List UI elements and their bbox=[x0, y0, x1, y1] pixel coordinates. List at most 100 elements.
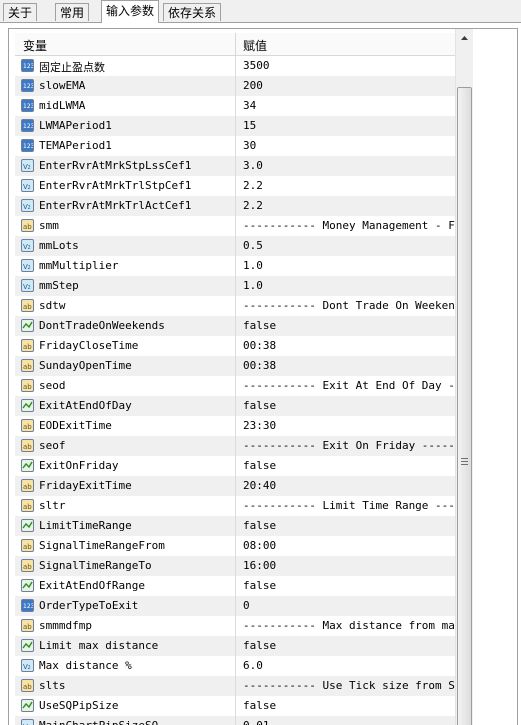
scroll-thumb[interactable] bbox=[457, 87, 472, 725]
integer-type-icon: 123 bbox=[21, 79, 34, 92]
parameter-value[interactable]: false bbox=[243, 639, 461, 652]
parameter-name: EnterRvrAtMrkStpLssCef1 bbox=[39, 159, 192, 172]
parameter-row[interactable]: ab FridayExitTime 20:40 bbox=[15, 476, 463, 496]
parameter-row[interactable]: 123 固定止盈点数 3500 bbox=[15, 56, 463, 76]
tab-dependencies[interactable]: 依存关系 bbox=[163, 3, 222, 21]
parameter-value[interactable]: 2.2 bbox=[243, 199, 461, 212]
double-type-icon: V2 bbox=[21, 259, 34, 272]
parameter-row[interactable]: V 2 mmStep 1.0 bbox=[15, 276, 463, 296]
parameter-value[interactable]: ----------- Exit At End Of Day -... bbox=[243, 379, 461, 392]
parameter-value[interactable]: 6.0 bbox=[243, 659, 461, 672]
parameter-value[interactable]: 08:00 bbox=[243, 539, 461, 552]
parameter-row[interactable]: ab sdtw ----------- Dont Trade On Weeken..… bbox=[15, 296, 463, 316]
parameter-value[interactable]: false bbox=[243, 399, 461, 412]
parameter-row[interactable]: ab seod ----------- Exit At End Of Day -..… bbox=[15, 376, 463, 396]
scroll-up-button[interactable] bbox=[457, 30, 472, 46]
column-divider bbox=[235, 176, 236, 196]
parameter-row[interactable]: ab SignalTimeRangeTo 16:00 bbox=[15, 556, 463, 576]
boolean-type-icon bbox=[21, 459, 34, 472]
parameter-row[interactable]: ab EODExitTime 23:30 bbox=[15, 416, 463, 436]
parameter-value[interactable]: false bbox=[243, 319, 461, 332]
parameter-value[interactable]: ----------- Limit Time Range ---... bbox=[243, 499, 461, 512]
parameter-value[interactable]: false bbox=[243, 519, 461, 532]
parameter-row[interactable]: ab SignalTimeRangeFrom 08:00 bbox=[15, 536, 463, 556]
column-header-value[interactable]: 赋值 bbox=[243, 37, 267, 54]
vertical-scrollbar[interactable] bbox=[455, 29, 473, 725]
tab-common[interactable]: 常用 bbox=[55, 3, 90, 21]
parameter-row[interactable]: ab SundayOpenTime 00:38 bbox=[15, 356, 463, 376]
parameter-name: EnterRvrAtMrkTrlActCef1 bbox=[39, 199, 192, 212]
parameter-row[interactable]: ExitOnFriday false bbox=[15, 456, 463, 476]
parameter-row[interactable]: ExitAtEndOfDay false bbox=[15, 396, 463, 416]
parameter-value[interactable]: 200 bbox=[243, 79, 461, 92]
integer-type-icon: 123 bbox=[21, 99, 34, 112]
parameter-value[interactable]: 20:40 bbox=[243, 479, 461, 492]
parameter-row[interactable]: LimitTimeRange false bbox=[15, 516, 463, 536]
parameter-value[interactable]: 0.5 bbox=[243, 239, 461, 252]
parameter-value[interactable]: ----------- Dont Trade On Weeken... bbox=[243, 299, 461, 312]
parameter-value[interactable]: 0.01 bbox=[243, 719, 461, 725]
parameter-row[interactable]: 123 LWMAPeriod1 15 bbox=[15, 116, 463, 136]
parameter-value[interactable]: false bbox=[243, 699, 461, 712]
svg-text:2: 2 bbox=[28, 245, 31, 251]
column-divider bbox=[235, 336, 236, 356]
parameter-row[interactable]: V 2 Max distance % 6.0 bbox=[15, 656, 463, 676]
parameter-value[interactable]: false bbox=[243, 579, 461, 592]
parameter-value[interactable]: 2.2 bbox=[243, 179, 461, 192]
boolean-type-icon bbox=[21, 399, 34, 412]
string-type-icon: ab bbox=[21, 619, 34, 632]
parameter-value[interactable]: 23:30 bbox=[243, 419, 461, 432]
parameter-row[interactable]: V 2 EnterRvrAtMrkTrlStpCef1 2.2 bbox=[15, 176, 463, 196]
svg-text:2: 2 bbox=[28, 265, 31, 271]
parameter-name: midLWMA bbox=[39, 99, 86, 112]
string-type-icon: ab bbox=[21, 359, 34, 372]
parameter-value[interactable]: 15 bbox=[243, 119, 461, 132]
parameter-row[interactable]: 123 TEMAPeriod1 30 bbox=[15, 136, 463, 156]
parameter-row[interactable]: V 2 mmMultiplier 1.0 bbox=[15, 256, 463, 276]
parameter-name: SundayOpenTime bbox=[39, 359, 132, 372]
parameter-row[interactable]: 123 OrderTypeToExit 0 bbox=[15, 596, 463, 616]
column-divider bbox=[235, 696, 236, 716]
parameter-value[interactable]: 0 bbox=[243, 599, 461, 612]
parameter-row[interactable]: ab seof ----------- Exit On Friday -----..… bbox=[15, 436, 463, 456]
parameter-value[interactable]: 1.0 bbox=[243, 259, 461, 272]
parameter-row[interactable]: V 2 EnterRvrAtMrkStpLssCef1 3.0 bbox=[15, 156, 463, 176]
parameter-row[interactable]: V 2 EnterRvrAtMrkTrlActCef1 2.2 bbox=[15, 196, 463, 216]
boolean-type-icon bbox=[21, 699, 34, 712]
parameter-row[interactable]: V 2 mmLots 0.5 bbox=[15, 236, 463, 256]
parameter-name: MainChartPipSizeSQ bbox=[39, 719, 229, 725]
column-header-variable[interactable]: 变量 bbox=[23, 37, 47, 54]
parameter-row[interactable]: Limit max distance false bbox=[15, 636, 463, 656]
parameter-row[interactable]: ExitAtEndOfRange false bbox=[15, 576, 463, 596]
parameter-row[interactable]: ab smm ----------- Money Management - F... bbox=[15, 216, 463, 236]
parameter-value[interactable]: 34 bbox=[243, 99, 461, 112]
parameter-row[interactable]: UseSQPipSize false bbox=[15, 696, 463, 716]
parameter-value[interactable]: ----------- Exit On Friday -----... bbox=[243, 439, 461, 452]
parameter-row[interactable]: ab sltr ----------- Limit Time Range ---..… bbox=[15, 496, 463, 516]
parameter-value[interactable]: ----------- Use Tick size from S... bbox=[243, 679, 461, 692]
parameter-name: ExitOnFriday bbox=[39, 459, 119, 472]
parameter-row[interactable]: 123 slowEMA 200 bbox=[15, 76, 463, 96]
parameter-value[interactable]: 1.0 bbox=[243, 279, 461, 292]
tab-inputs[interactable]: 输入参数 bbox=[101, 0, 160, 23]
parameter-value[interactable]: false bbox=[243, 459, 461, 472]
parameter-value[interactable]: 00:38 bbox=[243, 359, 461, 372]
parameter-value[interactable]: 16:00 bbox=[243, 559, 461, 572]
parameter-value[interactable]: 00:38 bbox=[243, 339, 461, 352]
boolean-type-icon bbox=[21, 319, 34, 332]
parameter-value[interactable]: ----------- Max distance from ma... bbox=[243, 619, 461, 632]
parameter-value[interactable]: ----------- Money Management - F... bbox=[243, 219, 461, 232]
parameter-row[interactable]: DontTradeOnWeekends false bbox=[15, 316, 463, 336]
parameter-row[interactable]: 123 midLWMA 34 bbox=[15, 96, 463, 116]
column-divider bbox=[235, 376, 236, 396]
column-divider bbox=[235, 196, 236, 216]
parameter-name: Max distance % bbox=[39, 659, 132, 672]
tab-about[interactable]: 关于 bbox=[3, 3, 38, 21]
parameter-value[interactable]: 3.0 bbox=[243, 159, 461, 172]
parameter-value[interactable]: 30 bbox=[243, 139, 461, 152]
parameter-row[interactable]: ab FridayCloseTime 00:38 bbox=[15, 336, 463, 356]
parameter-value[interactable]: 3500 bbox=[243, 59, 461, 72]
parameter-row[interactable]: ab smmmdfmp ----------- Max distance from … bbox=[15, 616, 463, 636]
parameter-row[interactable]: ab slts ----------- Use Tick size from S..… bbox=[15, 676, 463, 696]
column-divider[interactable] bbox=[235, 33, 236, 55]
